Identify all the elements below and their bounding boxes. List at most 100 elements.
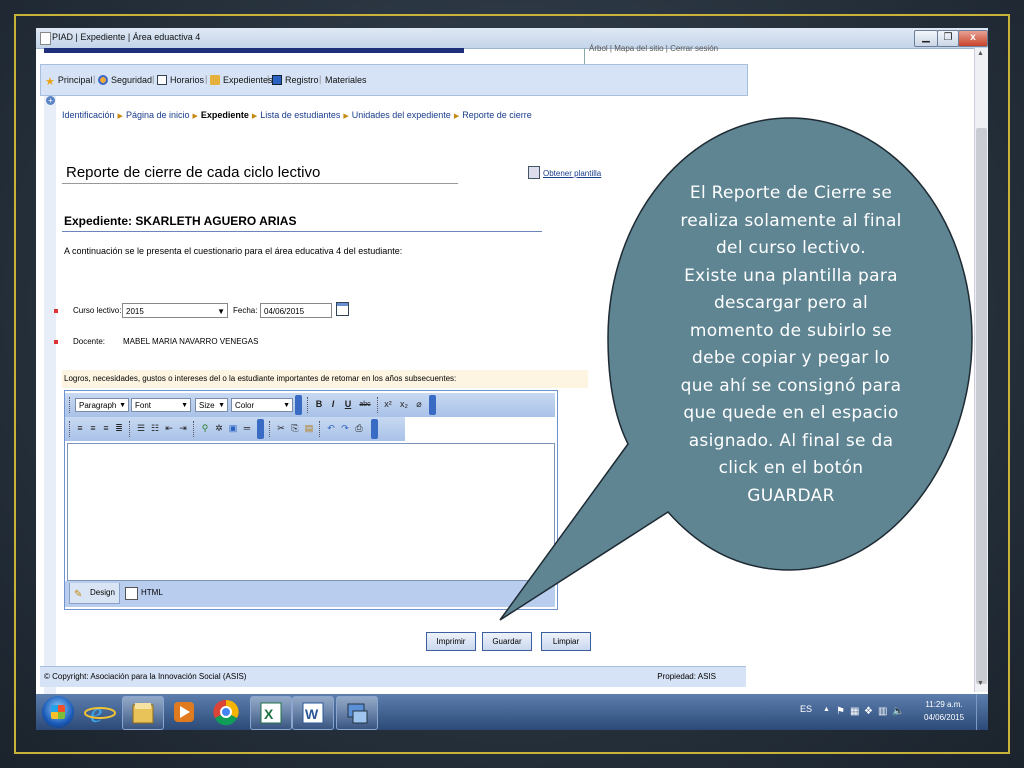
word-icon[interactable]: W — [292, 696, 334, 730]
windows-taskbar: e X W ES ▲ ⚑ ▦ ❖ ▥ 🔈 11:29 a.m. 04/06/20… — [36, 694, 988, 730]
copy-icon[interactable]: ⎘ — [289, 422, 301, 435]
network-icon[interactable]: ▦ — [850, 706, 859, 717]
fecha-input[interactable]: 04/06/2015 — [260, 303, 332, 318]
font-select[interactable]: Font ▼ — [131, 398, 191, 412]
main-menu: ★ Principal | Seguridad | Horarios | Expe… — [40, 64, 748, 96]
calendar-icon[interactable] — [336, 302, 349, 316]
clear-button[interactable]: Limpiar — [541, 632, 591, 651]
header-links-text[interactable]: Árbol | Mapa del sitio | Cerrar sesión — [589, 44, 718, 53]
vertical-scrollbar[interactable]: ▲ ▼ — [974, 48, 988, 692]
page-footer: © Copyright: Asociación para la Innovaci… — [40, 666, 746, 687]
menu-item-principal[interactable]: ★ Principal — [45, 75, 92, 88]
print-icon[interactable]: ⎙ — [353, 422, 365, 435]
superscript-button[interactable]: x² — [381, 398, 395, 411]
callout-text: El Reporte de Cierre se realiza solament… — [660, 180, 922, 510]
toolbar-grip-icon[interactable] — [257, 419, 264, 439]
indent-icon[interactable]: ⇥ — [177, 422, 189, 435]
curso-select[interactable]: 2015 ▼ — [122, 303, 228, 318]
breadcrumb-item[interactable]: Identificación — [62, 110, 115, 120]
svg-text:e: e — [90, 698, 102, 728]
scroll-down-icon[interactable]: ▼ — [977, 680, 984, 687]
unlink-icon[interactable]: ✲ — [213, 422, 225, 435]
breadcrumb-item[interactable]: Página de inicio — [126, 110, 190, 120]
menu-label: Registro — [285, 75, 319, 85]
bullet-list-icon[interactable]: ☰ — [135, 422, 147, 435]
callout-line: que quede en el espacio — [683, 403, 899, 423]
eraser-icon[interactable]: ⌀ — [413, 398, 425, 411]
breadcrumb-item[interactable]: Reporte de cierre — [462, 110, 532, 120]
align-center-icon[interactable]: ≡ — [87, 422, 99, 435]
minimize-button[interactable]: ▁ — [914, 30, 938, 47]
bold-button[interactable]: B — [313, 398, 325, 411]
remote-desktop-icon[interactable] — [336, 696, 378, 730]
scroll-up-icon[interactable]: ▲ — [977, 50, 984, 57]
paste-icon[interactable]: ▤ — [303, 422, 315, 435]
outdent-icon[interactable]: ⇤ — [163, 422, 175, 435]
tab-html[interactable]: HTML — [121, 583, 167, 603]
horizontal-rule-icon[interactable]: ═ — [241, 422, 253, 435]
callout-line: GUARDAR — [747, 485, 835, 506]
maximize-button[interactable]: ❐ — [937, 30, 959, 47]
align-left-icon[interactable]: ≡ — [74, 422, 86, 435]
breadcrumb: Identificación ▶ Página de inicio ▶ Expedien… — [62, 110, 532, 120]
file-explorer-icon[interactable] — [122, 696, 164, 730]
owner-text: Propiedad: ASIS — [657, 672, 716, 681]
menu-item-seguridad[interactable]: Seguridad — [98, 75, 152, 85]
justify-icon[interactable]: ≣ — [113, 422, 125, 435]
print-button[interactable]: Imprimir — [426, 632, 476, 651]
toolbar-grip-icon[interactable] — [295, 395, 302, 415]
internet-explorer-icon[interactable]: e — [80, 696, 120, 729]
underline-button[interactable]: U — [342, 398, 354, 411]
callout-line: click en el botón — [718, 458, 864, 478]
paragraph-select[interactable]: Paragraph ▼ — [75, 398, 129, 412]
volume-icon[interactable]: 🔈 — [892, 706, 904, 717]
wifi-icon[interactable]: ▥ — [878, 706, 887, 717]
numbered-list-icon[interactable]: ☷ — [149, 422, 161, 435]
scrollbar-thumb[interactable] — [976, 128, 987, 684]
tab-design[interactable]: ✎ Design — [69, 583, 120, 604]
users-icon — [98, 75, 108, 85]
breadcrumb-item[interactable]: Expediente — [201, 110, 249, 120]
chevron-down-icon: ▼ — [218, 402, 225, 409]
expand-icon[interactable]: + — [46, 96, 55, 105]
callout-line: momento de subirlo se — [689, 320, 893, 341]
notes-label: Logros, necesidades, gustos o intereses … — [62, 370, 588, 388]
close-button[interactable]: x — [958, 30, 988, 47]
start-button[interactable] — [42, 696, 74, 728]
image-icon[interactable]: ▣ — [227, 422, 239, 435]
media-player-icon[interactable] — [164, 696, 204, 728]
menu-label: Seguridad — [111, 75, 153, 85]
toolbar-grip-icon[interactable] — [429, 395, 436, 415]
size-select[interactable]: Size ▼ — [195, 398, 228, 412]
redo-icon[interactable]: ↷ — [339, 422, 351, 435]
menu-item-horarios[interactable]: Horarios — [157, 75, 204, 85]
breadcrumb-item[interactable]: Lista de estudiantes — [260, 110, 340, 120]
register-icon — [272, 75, 282, 85]
menu-item-expedientes[interactable]: Expedientes — [210, 75, 273, 85]
system-clock[interactable]: 11:29 a.m. 04/06/2015 — [924, 698, 964, 724]
menu-item-registro[interactable]: Registro — [272, 75, 319, 85]
subscript-button[interactable]: x₂ — [397, 398, 411, 411]
color-select[interactable]: Color ▼ — [231, 398, 293, 412]
flag-icon[interactable]: ⚑ — [836, 706, 845, 717]
language-indicator[interactable]: ES — [800, 704, 812, 714]
menu-item-materiales[interactable]: Materiales — [325, 75, 367, 85]
save-button[interactable]: Guardar — [482, 632, 532, 651]
show-hidden-icons-icon[interactable]: ▲ — [823, 706, 830, 713]
cut-icon[interactable]: ✂ — [275, 422, 287, 435]
copyright-text: © Copyright: Asociación para la Innovaci… — [44, 672, 247, 681]
menu-label: Expedientes — [223, 75, 273, 85]
italic-button[interactable]: I — [327, 398, 339, 411]
show-desktop-button[interactable] — [976, 694, 988, 730]
template-link[interactable]: Obtener plantilla — [528, 166, 601, 179]
dropbox-icon[interactable]: ❖ — [864, 706, 873, 717]
strikethrough-button[interactable]: abc — [357, 398, 373, 411]
breadcrumb-item[interactable]: Unidades del expediente — [352, 110, 451, 120]
undo-icon[interactable]: ↶ — [325, 422, 337, 435]
excel-icon[interactable]: X — [250, 696, 292, 730]
align-right-icon[interactable]: ≡ — [100, 422, 112, 435]
chrome-icon[interactable] — [206, 696, 246, 728]
editor-text-area[interactable] — [67, 443, 555, 581]
toolbar-grip-icon[interactable] — [371, 419, 378, 439]
link-icon[interactable]: ⚲ — [199, 422, 211, 435]
